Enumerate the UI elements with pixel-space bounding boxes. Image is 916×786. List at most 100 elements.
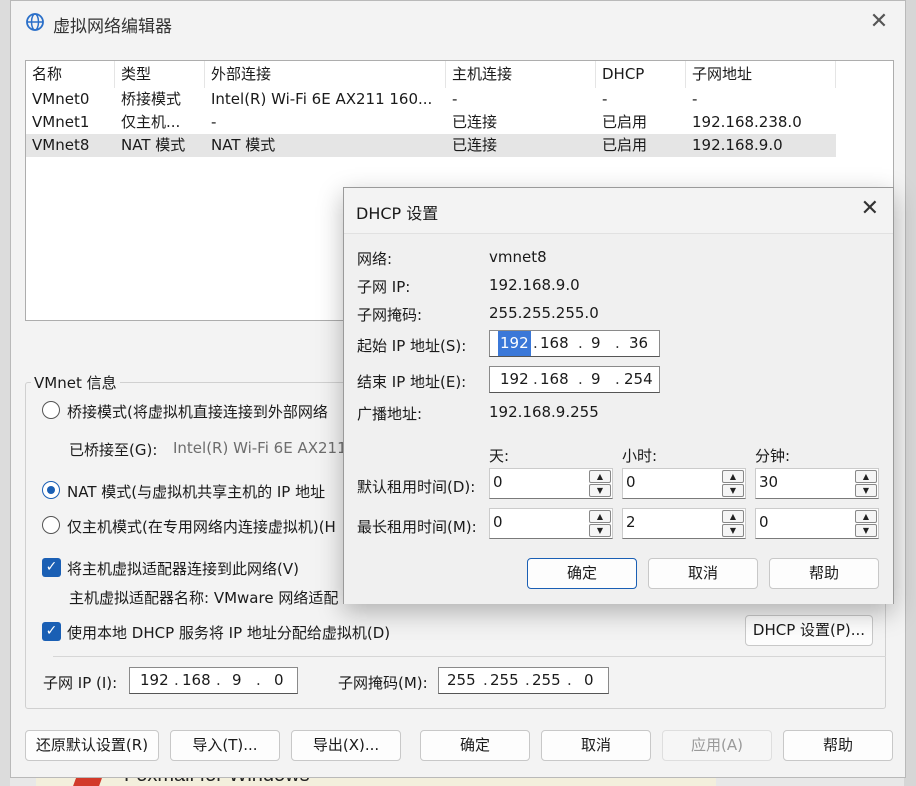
default-lease-hours-stepper[interactable]: 0 ▲ ▼ bbox=[622, 468, 746, 499]
connect-adapter-label[interactable]: 将主机虚拟适配器连接到此网络(V) bbox=[67, 558, 299, 579]
ip-dot: . bbox=[615, 370, 620, 388]
spin-up-icon[interactable]: ▲ bbox=[855, 510, 877, 523]
column-header-dhcp[interactable]: DHCP bbox=[596, 61, 686, 88]
subnet-mask-label: 子网掩码: bbox=[357, 306, 423, 324]
ip-dot: . bbox=[525, 671, 530, 689]
dhcp-help-button[interactable]: 帮助 bbox=[769, 558, 879, 589]
ip-octet: 36 bbox=[629, 334, 649, 352]
import-button[interactable]: 导入(T)... bbox=[170, 730, 280, 761]
spin-down-icon[interactable]: ▼ bbox=[589, 524, 611, 537]
column-header-name[interactable]: 名称 bbox=[26, 61, 115, 88]
help-button[interactable]: 帮助 bbox=[783, 730, 893, 761]
restore-defaults-button[interactable]: 还原默认设置(R) bbox=[25, 730, 159, 761]
table-row-selected[interactable]: VMnet8 NAT 模式 NAT 模式 已连接 已启用 192.168.9.0 bbox=[26, 134, 836, 157]
globe-icon bbox=[26, 13, 44, 31]
dhcp-settings-dialog: DHCP 设置 ✕ 网络: vmnet8 子网 IP: 192.168.9.0 … bbox=[343, 187, 894, 604]
nat-mode-label[interactable]: NAT 模式(与虚拟机共享主机的 IP 地址 bbox=[67, 481, 325, 502]
spin-up-icon[interactable]: ▲ bbox=[589, 510, 611, 523]
cell: 192.168.9.0 bbox=[692, 136, 783, 154]
max-lease-minutes-stepper[interactable]: 0 ▲ ▼ bbox=[755, 508, 879, 539]
max-lease-days-stepper[interactable]: 0 ▲ ▼ bbox=[489, 508, 613, 539]
column-header-type[interactable]: 类型 bbox=[115, 61, 205, 88]
column-header-external[interactable]: 外部连接 bbox=[205, 61, 446, 88]
ip-octet: 254 bbox=[624, 370, 653, 388]
cell: 桥接模式 bbox=[121, 90, 182, 108]
default-lease-days-stepper[interactable]: 0 ▲ ▼ bbox=[489, 468, 613, 499]
cell: - bbox=[602, 90, 608, 108]
subnet-ip-input[interactable]: 192 . 168 . 9 . 0 bbox=[129, 667, 298, 694]
dhcp-settings-button[interactable]: DHCP 设置(P)... bbox=[745, 615, 873, 646]
ip-octet-selected: 192 bbox=[498, 331, 531, 356]
ip-octet: 9 bbox=[591, 334, 601, 352]
end-ip-input[interactable]: 192 . 168 . 9 . 254 bbox=[489, 366, 660, 393]
spin-up-icon[interactable]: ▲ bbox=[855, 470, 877, 483]
ip-dot: . bbox=[567, 671, 572, 689]
subnet-mask-input[interactable]: 255 . 255 . 255 . 0 bbox=[438, 667, 609, 694]
ip-dot: . bbox=[578, 370, 583, 388]
spin-up-icon[interactable]: ▲ bbox=[722, 470, 744, 483]
ip-octet: 255 bbox=[532, 671, 561, 689]
spin-down-icon[interactable]: ▼ bbox=[855, 484, 877, 497]
ip-dot: . bbox=[256, 671, 261, 689]
bridge-mode-label[interactable]: 桥接模式(将虚拟机直接连接到外部网络 bbox=[67, 401, 328, 422]
local-dhcp-checkbox[interactable]: ✓ bbox=[42, 622, 61, 641]
cell: - bbox=[692, 90, 698, 108]
ip-octet: 255 bbox=[447, 671, 476, 689]
stepper-value: 2 bbox=[626, 513, 636, 531]
adapter-name-label: 主机虚拟适配器名称: VMware 网络适配 bbox=[69, 589, 339, 607]
apply-button[interactable]: 应用(A) bbox=[662, 730, 772, 761]
ip-octet: 168 bbox=[182, 671, 211, 689]
column-header-subnet[interactable]: 子网地址 bbox=[686, 61, 836, 88]
bridged-to-label: 已桥接至(G): bbox=[69, 441, 158, 459]
cell: 已启用 bbox=[602, 136, 648, 154]
max-lease-hours-stepper[interactable]: 2 ▲ ▼ bbox=[622, 508, 746, 539]
subnet-mask-label: 子网掩码(M): bbox=[338, 674, 428, 692]
spin-up-icon[interactable]: ▲ bbox=[722, 510, 744, 523]
export-button[interactable]: 导出(X)... bbox=[291, 730, 401, 761]
ip-octet: 192 bbox=[140, 671, 169, 689]
cell: - bbox=[452, 90, 458, 108]
cell: 已连接 bbox=[452, 136, 498, 154]
host-only-radio[interactable] bbox=[42, 516, 60, 534]
dialog-body: 网络: vmnet8 子网 IP: 192.168.9.0 子网掩码: 255.… bbox=[344, 233, 893, 604]
spin-down-icon[interactable]: ▼ bbox=[589, 484, 611, 497]
host-only-label[interactable]: 仅主机模式(在专用网络内连接虚拟机)(H bbox=[67, 516, 336, 537]
cell: 仅主机... bbox=[121, 113, 181, 131]
nat-mode-radio[interactable] bbox=[42, 481, 60, 499]
cell: 192.168.238.0 bbox=[692, 113, 802, 131]
bridged-to-value: Intel(R) Wi-Fi 6E AX211 bbox=[173, 439, 347, 457]
cancel-button[interactable]: 取消 bbox=[541, 730, 651, 761]
network-value: vmnet8 bbox=[489, 248, 547, 266]
default-lease-label: 默认租用时间(D): bbox=[357, 478, 476, 496]
close-icon[interactable]: ✕ bbox=[861, 197, 879, 221]
bridge-mode-radio[interactable] bbox=[42, 401, 60, 419]
cell: - bbox=[211, 113, 217, 131]
column-header-host[interactable]: 主机连接 bbox=[446, 61, 596, 88]
spin-up-icon[interactable]: ▲ bbox=[589, 470, 611, 483]
ip-dot: . bbox=[174, 671, 179, 689]
local-dhcp-label[interactable]: 使用本地 DHCP 服务将 IP 地址分配给虚拟机(D) bbox=[67, 622, 390, 643]
end-ip-label: 结束 IP 地址(E): bbox=[357, 373, 467, 391]
default-lease-minutes-stepper[interactable]: 30 ▲ ▼ bbox=[755, 468, 879, 499]
table-row[interactable]: VMnet1 仅主机... - 已连接 已启用 192.168.238.0 bbox=[26, 111, 836, 134]
table-row[interactable]: VMnet0 桥接模式 Intel(R) Wi-Fi 6E AX211 160.… bbox=[26, 88, 836, 111]
close-icon[interactable]: ✕ bbox=[867, 10, 891, 34]
spin-down-icon[interactable]: ▼ bbox=[722, 484, 744, 497]
dialog-title: DHCP 设置 bbox=[356, 204, 439, 223]
stepper-value: 0 bbox=[493, 513, 503, 531]
dhcp-cancel-button[interactable]: 取消 bbox=[648, 558, 758, 589]
cell: VMnet8 bbox=[32, 136, 90, 154]
start-ip-input[interactable]: 192 . 168 . 9 . 36 bbox=[489, 330, 660, 357]
cell: 已启用 bbox=[602, 113, 648, 131]
title-bar: 虚拟网络编辑器 ✕ bbox=[11, 1, 905, 45]
column-minutes-label: 分钟: bbox=[755, 447, 791, 465]
stepper-value: 0 bbox=[626, 473, 636, 491]
dhcp-ok-button[interactable]: 确定 bbox=[527, 558, 637, 589]
vmnet-info-title: VMnet 信息 bbox=[31, 372, 120, 393]
background-window-left bbox=[0, 0, 10, 786]
spin-down-icon[interactable]: ▼ bbox=[855, 524, 877, 537]
spin-down-icon[interactable]: ▼ bbox=[722, 524, 744, 537]
ok-button[interactable]: 确定 bbox=[420, 730, 530, 761]
ip-octet: 255 bbox=[490, 671, 519, 689]
connect-adapter-checkbox[interactable]: ✓ bbox=[42, 558, 61, 577]
